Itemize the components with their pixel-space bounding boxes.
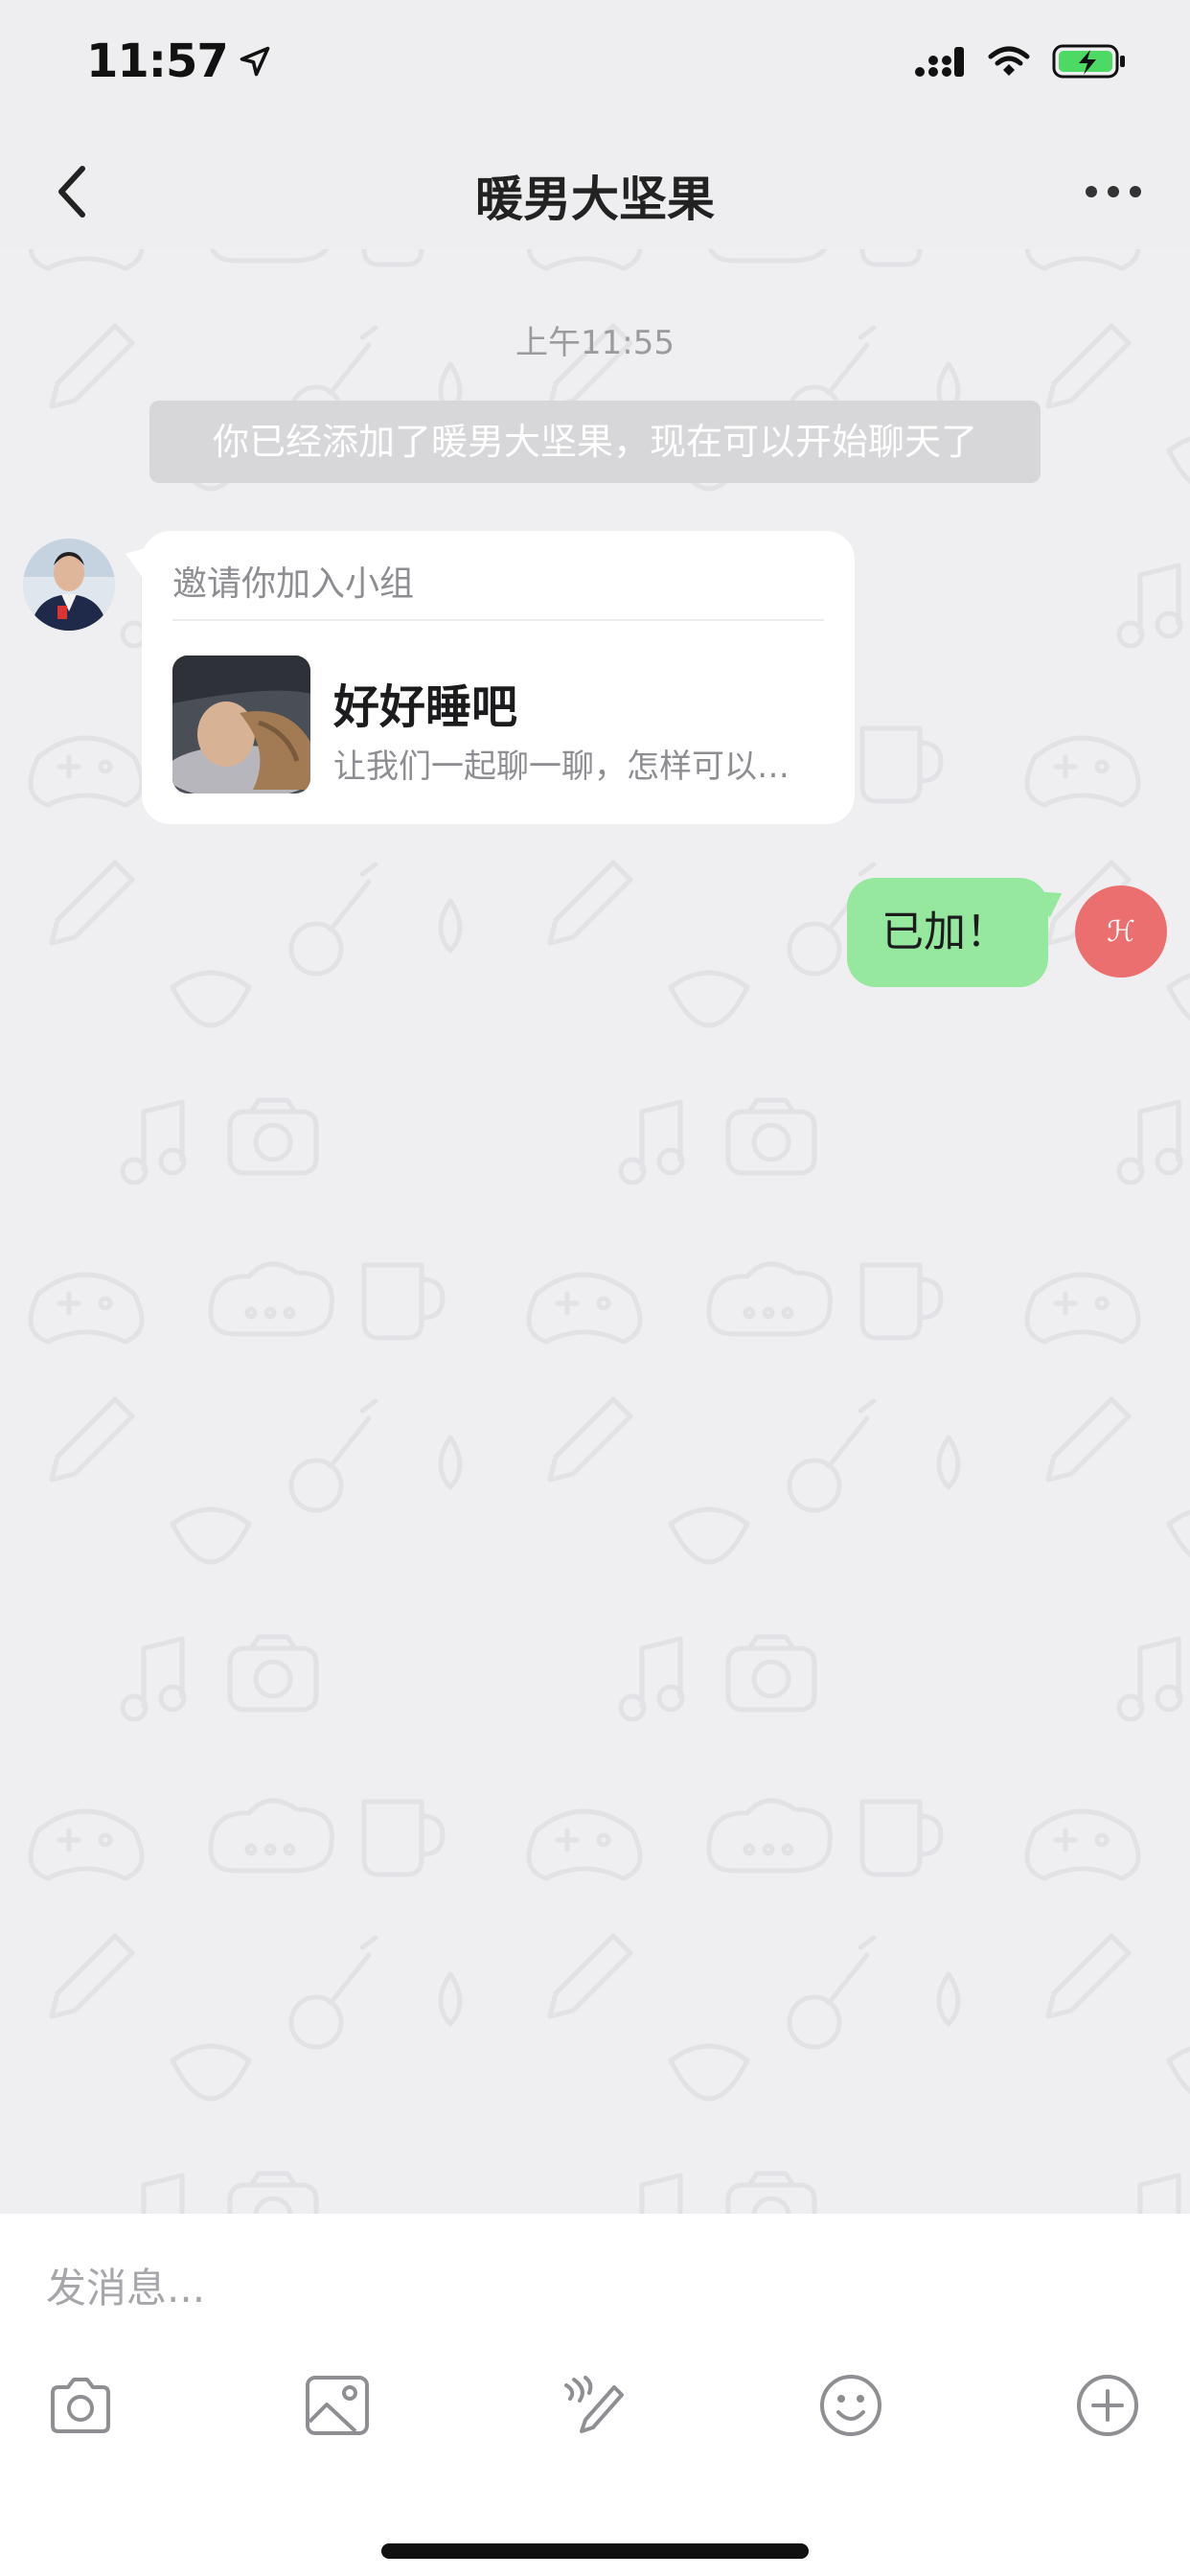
invite-header: 邀请你加入小组 [172, 564, 415, 604]
sleeping-child-photo-icon [172, 656, 310, 794]
composer-toolbar [0, 2361, 1190, 2450]
outgoing-message-bubble[interactable]: 已加！ [847, 878, 1048, 987]
camera-button[interactable] [36, 2361, 125, 2450]
group-name: 好好睡吧 [333, 680, 518, 734]
outgoing-message-text: 已加！ [881, 908, 1008, 956]
contact-avatar[interactable] [23, 539, 115, 631]
voice-pen-button[interactable] [550, 2361, 638, 2450]
my-avatar[interactable]: ℋ [1075, 886, 1167, 978]
navigation-bar: 暖男大坚果 [0, 134, 1190, 249]
status-icons [914, 42, 1127, 80]
emoji-button[interactable] [807, 2361, 895, 2450]
ellipsis-icon [1086, 186, 1141, 197]
status-bar: 11:57 [0, 0, 1190, 134]
emoji-icon [820, 2375, 881, 2436]
plus-button[interactable] [1064, 2361, 1152, 2450]
person-photo-icon [23, 539, 115, 631]
home-indicator [381, 2543, 809, 2559]
group-invite-card[interactable]: 邀请你加入小组 好好睡吧 让我们一起聊一聊，怎样可以… [142, 531, 855, 824]
message-input[interactable] [46, 2254, 1138, 2321]
divider [172, 619, 824, 621]
message-composer [0, 2214, 1190, 2576]
battery-charging-icon [1052, 44, 1125, 79]
my-avatar-initial: ℋ [1107, 914, 1135, 949]
message-timestamp: 上午11:55 [515, 324, 675, 362]
group-description: 让我们一起聊一聊，怎样可以… [333, 748, 790, 786]
system-notice: 你已经添加了暖男大坚果，现在可以开始聊天了 [149, 401, 1041, 483]
location-arrow-icon [240, 46, 270, 77]
image-icon [306, 2376, 369, 2435]
wifi-icon [988, 46, 1030, 76]
camera-icon [51, 2378, 110, 2433]
status-time: 11:57 [86, 34, 272, 88]
status-time-text: 11:57 [86, 34, 229, 88]
voice-pen-icon [564, 2376, 624, 2433]
group-thumbnail [172, 656, 310, 794]
cellular-signal-icon [915, 47, 964, 77]
page-title: 暖男大坚果 [475, 172, 715, 227]
image-button[interactable] [293, 2361, 381, 2450]
more-button[interactable] [1075, 155, 1152, 228]
plus-circle-icon [1077, 2375, 1138, 2436]
